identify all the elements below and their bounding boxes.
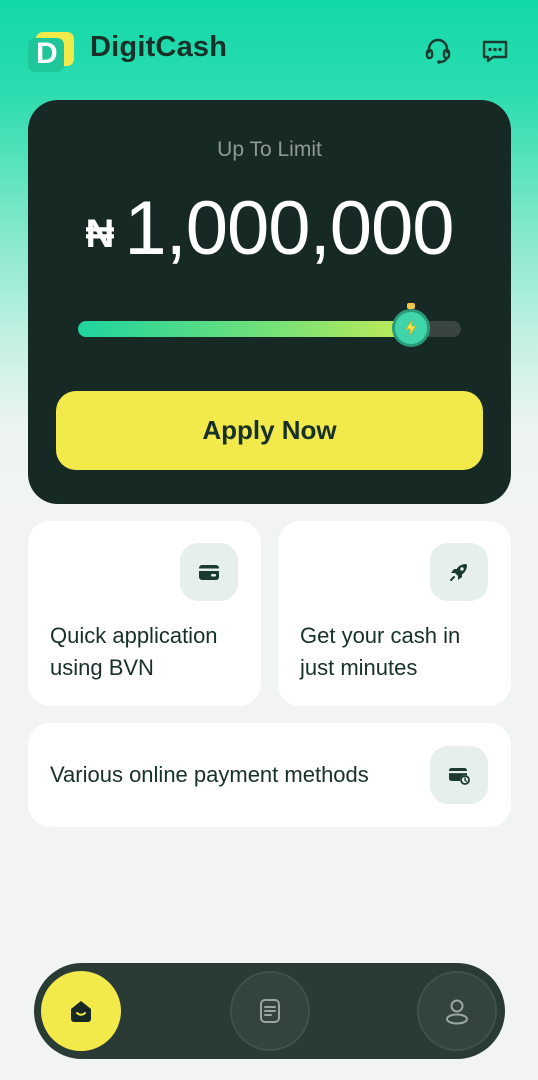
nav-home[interactable] (41, 971, 121, 1051)
home-icon (71, 1001, 91, 1022)
limit-card: Up To Limit ₦ 1,000,000 Apply Now (28, 100, 511, 504)
feature-card-payment: Various online payment methods (28, 723, 511, 827)
feature-text: Quick application using BVN (50, 623, 218, 680)
limit-amount: 1,000,000 (124, 186, 454, 271)
app-title: DigitCash (90, 31, 228, 63)
feature-card-bvn: Quick application using BVN (28, 521, 261, 706)
app-logo: D (28, 32, 74, 72)
orders-icon (260, 999, 280, 1023)
rocket-icon (430, 543, 488, 601)
profile-icon (446, 999, 468, 1025)
feature-text: Various online payment methods (50, 762, 369, 787)
chat-icon[interactable] (480, 36, 510, 66)
bottom-nav (34, 963, 505, 1059)
slider-handle[interactable] (392, 303, 431, 347)
feature-text: Get your cash in just minutes (300, 623, 461, 680)
limit-slider-fill (78, 321, 412, 337)
app-header: D DigitCash (0, 0, 538, 100)
feature-card-speed: Get your cash in just minutes (278, 521, 511, 706)
limit-label: Up To Limit (217, 138, 322, 161)
headset-icon[interactable] (423, 36, 453, 66)
payment-card-icon (430, 746, 488, 804)
apply-now-button[interactable]: Apply Now (56, 391, 483, 470)
nav-orders[interactable] (230, 971, 310, 1051)
logo-letter: D (36, 37, 58, 70)
card-icon (180, 543, 238, 601)
lightning-icon (405, 319, 417, 337)
limit-amount-row: ₦ 1,000,000 (28, 185, 511, 272)
nav-profile[interactable] (417, 971, 497, 1051)
currency-symbol: ₦ (85, 212, 115, 256)
